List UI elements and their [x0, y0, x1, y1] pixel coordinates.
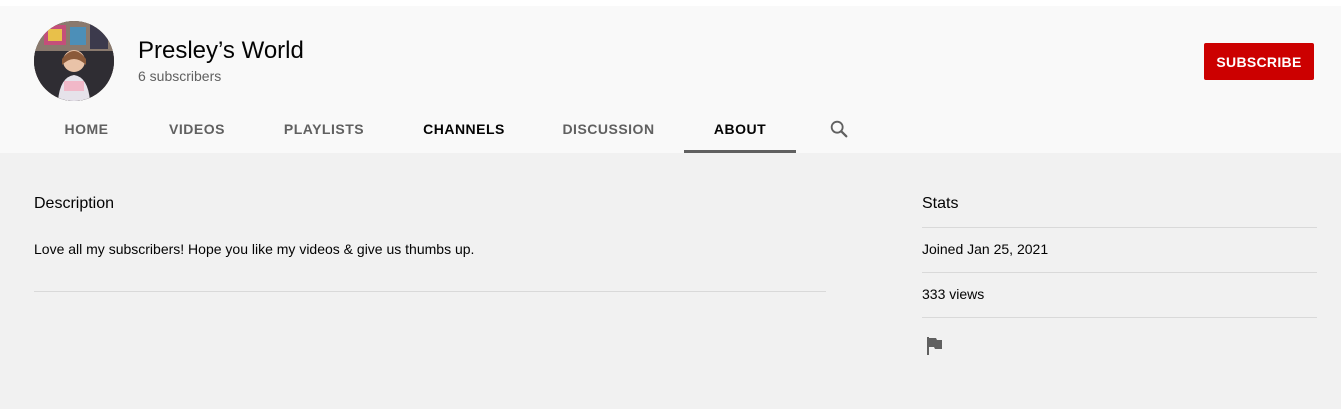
flag-icon[interactable]	[922, 334, 946, 358]
subscriber-count: 6 subscribers	[138, 68, 222, 84]
description-divider	[34, 291, 826, 292]
tab-videos[interactable]: VIDEOS	[142, 104, 252, 153]
avatar-image	[34, 21, 114, 101]
stats-divider-1	[922, 227, 1317, 228]
channel-name: Presley’s World	[138, 37, 304, 64]
tab-discussion[interactable]: DISCUSSION	[536, 104, 681, 153]
stats-divider-2	[922, 272, 1317, 273]
stats-divider-3	[922, 317, 1317, 318]
joined-date: Joined Jan 25, 2021	[922, 241, 1049, 257]
avatar[interactable]	[34, 21, 114, 101]
tab-playlists[interactable]: PLAYLISTS	[256, 104, 392, 153]
subscribe-button[interactable]: SUBSCRIBE	[1204, 43, 1314, 80]
search-icon[interactable]	[826, 116, 852, 142]
stats-title: Stats	[922, 195, 959, 212]
channel-tabs: HOME VIDEOS PLAYLISTS CHANNELS DISCUSSIO…	[0, 104, 1341, 153]
view-count: 333 views	[922, 286, 985, 302]
tab-home[interactable]: HOME	[34, 104, 139, 153]
channel-header: Presley’s World 6 subscribers SUBSCRIBE …	[0, 6, 1341, 153]
tab-about[interactable]: ABOUT	[684, 104, 796, 153]
description-title: Description	[34, 195, 115, 212]
description-text: Love all my subscribers! Hope you like m…	[34, 241, 475, 257]
tab-channels[interactable]: CHANNELS	[396, 104, 532, 153]
